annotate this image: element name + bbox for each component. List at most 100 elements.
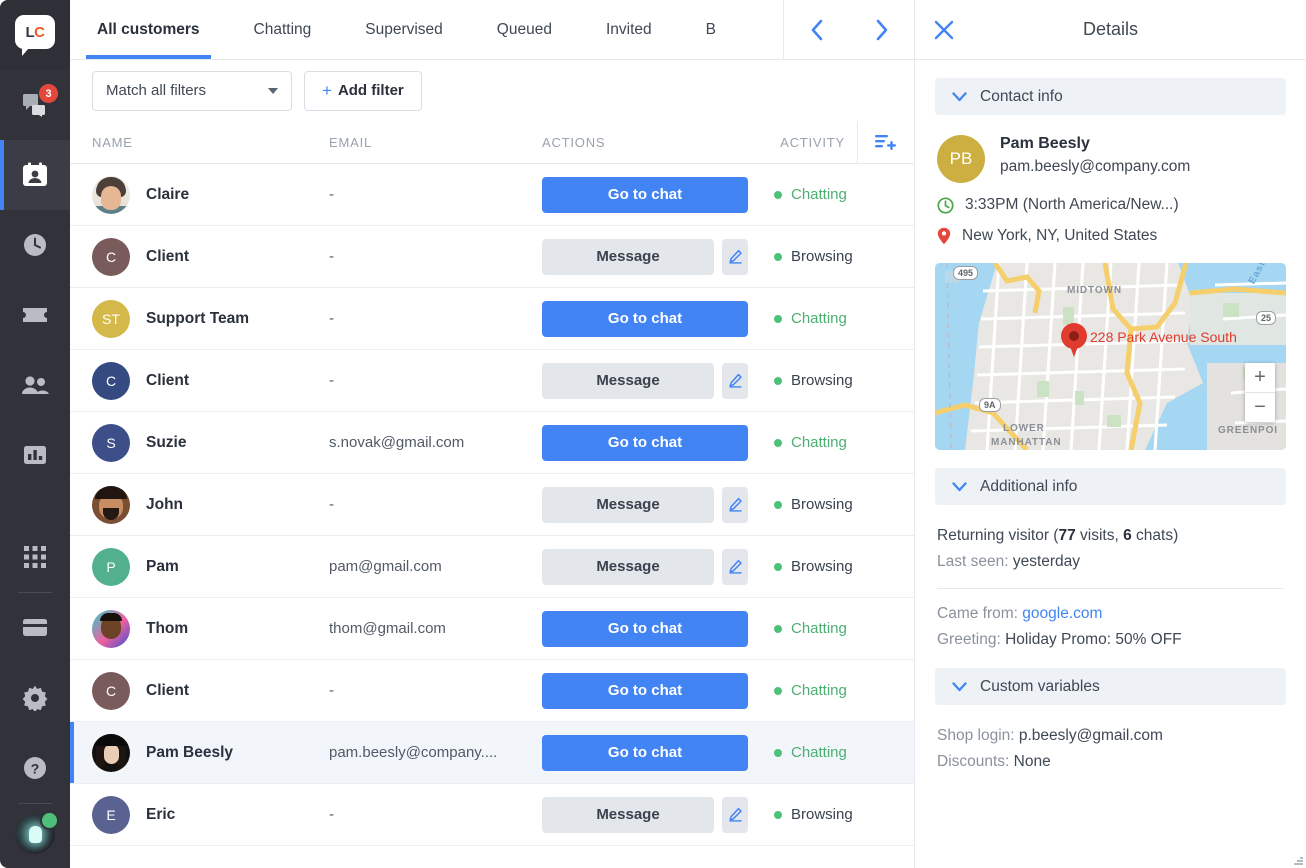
details-header: Details (915, 0, 1306, 60)
customer-email: pam.beesly@company.... (329, 744, 542, 761)
sidebar-item-archives[interactable] (0, 210, 70, 280)
section-contact-info[interactable]: Contact info (935, 78, 1286, 115)
tab-label: B (706, 21, 716, 39)
svg-text:?: ? (31, 761, 40, 777)
chevron-down-icon (952, 92, 967, 102)
pager-next-button[interactable] (865, 13, 899, 47)
tab-browsing-clipped[interactable]: B (679, 0, 716, 59)
table-row[interactable]: CClient-MessageBrowsing (70, 350, 914, 412)
edit-button[interactable] (722, 363, 748, 399)
pager-prev-button[interactable] (800, 13, 834, 47)
sidebar-item-reports[interactable] (0, 420, 70, 490)
sidebar-item-team[interactable] (0, 350, 70, 420)
sidebar-item-apps[interactable] (0, 522, 70, 592)
table-row[interactable]: STSupport Team-Go to chatChatting (70, 288, 914, 350)
message-button[interactable]: Message (542, 487, 714, 523)
greeting-line: Greeting: Holiday Promo: 50% OFF (937, 627, 1284, 653)
last-seen-label: Last seen: (937, 553, 1013, 570)
pencil-icon (728, 497, 743, 512)
edit-button[interactable] (722, 487, 748, 523)
table-row[interactable]: CClient-Go to chatChatting (70, 660, 914, 722)
chats-count: 6 (1123, 527, 1132, 544)
cell-name: Claire (92, 176, 329, 214)
tab-supervised[interactable]: Supervised (338, 0, 470, 59)
activity-label: Browsing (791, 496, 853, 513)
message-button[interactable]: Message (542, 363, 714, 399)
customer-name: Pam Beesly (146, 744, 233, 762)
contact-name: Pam Beesly (1000, 135, 1190, 153)
table-row[interactable]: Claire-Go to chatChatting (70, 164, 914, 226)
agent-avatar[interactable] (15, 814, 55, 854)
cell-name: CClient (92, 362, 329, 400)
chevron-right-icon (874, 19, 890, 41)
customer-name: Claire (146, 186, 189, 204)
came-from-link[interactable]: google.com (1022, 605, 1102, 622)
sidebar-item-settings[interactable] (0, 663, 70, 733)
sidebar-item-chats[interactable]: 3 (0, 70, 70, 140)
tab-queued[interactable]: Queued (470, 0, 579, 59)
greeting-label: Greeting: (937, 631, 1005, 648)
message-button[interactable]: Message (542, 797, 714, 833)
table-row[interactable]: EEric-MessageBrowsing (70, 784, 914, 846)
customer-name: Client (146, 682, 189, 700)
go-to-chat-button[interactable]: Go to chat (542, 735, 748, 771)
tab-chatting[interactable]: Chatting (227, 0, 339, 59)
custom-variables-block: Shop login: p.beesly@gmail.com Discounts… (915, 705, 1306, 774)
location-pin-icon (937, 227, 951, 245)
table-row[interactable]: CClient-MessageBrowsing (70, 226, 914, 288)
customer-avatar-photo (92, 486, 130, 524)
section-custom-variables[interactable]: Custom variables (935, 668, 1286, 705)
edit-button[interactable] (722, 239, 748, 275)
activity-status-dot (774, 563, 782, 571)
match-filters-select[interactable]: Match all filters (92, 71, 292, 111)
map-zoom-out-button[interactable]: − (1245, 393, 1275, 422)
brand-logo[interactable]: LC (0, 0, 70, 70)
table-row[interactable]: Thomthom@gmail.comGo to chatChatting (70, 598, 914, 660)
last-seen-line: Last seen: yesterday (937, 549, 1284, 575)
add-filter-button[interactable]: + Add filter (304, 71, 422, 111)
customer-avatar-initials: C (92, 238, 130, 276)
section-additional-label: Additional info (980, 478, 1077, 496)
cell-name: Pam Beesly (92, 734, 329, 772)
go-to-chat-button[interactable]: Go to chat (542, 177, 748, 213)
contact-info-block: PB Pam Beesly pam.beesly@company.com 3:3… (915, 115, 1306, 245)
discounts-line: Discounts: None (937, 749, 1284, 775)
edit-button[interactable] (722, 797, 748, 833)
cell-name: EEric (92, 796, 329, 834)
column-header-email: EMAIL (329, 135, 542, 150)
edit-button[interactable] (722, 549, 748, 585)
cell-activity: Chatting (756, 682, 914, 699)
sidebar-item-billing[interactable] (0, 593, 70, 663)
card-icon (22, 618, 48, 638)
tab-invited[interactable]: Invited (579, 0, 679, 59)
go-to-chat-button[interactable]: Go to chat (542, 301, 748, 337)
table-row[interactable]: Pam Beesly pam.beesly@company....Go to ch… (70, 722, 914, 784)
activity-status-dot (774, 501, 782, 509)
additional-info-block: Returning visitor (77 visits, 6 chats) L… (915, 505, 1306, 574)
tab-all-customers[interactable]: All customers (70, 0, 227, 59)
go-to-chat-button[interactable]: Go to chat (542, 673, 748, 709)
cell-actions: Go to chat (542, 673, 756, 709)
table-row[interactable]: SSuzies.novak@gmail.comGo to chatChattin… (70, 412, 914, 474)
message-button[interactable]: Message (542, 549, 714, 585)
sidebar-item-help[interactable]: ? (0, 733, 70, 803)
section-additional-info[interactable]: Additional info (935, 468, 1286, 505)
sidebar-item-customers[interactable] (0, 140, 70, 210)
go-to-chat-button[interactable]: Go to chat (542, 425, 748, 461)
message-button[interactable]: Message (542, 239, 714, 275)
column-header-name: NAME (92, 135, 329, 150)
add-column-button[interactable] (857, 121, 914, 163)
activity-status-dot (774, 439, 782, 447)
table-row[interactable]: John-MessageBrowsing (70, 474, 914, 536)
go-to-chat-button[interactable]: Go to chat (542, 611, 748, 647)
came-from-line: Came from: google.com (937, 601, 1284, 627)
resize-grip[interactable] (1293, 855, 1303, 865)
map-zoom-in-button[interactable]: + (1245, 363, 1275, 393)
sidebar-item-tickets[interactable] (0, 280, 70, 350)
details-close-button[interactable] (915, 19, 973, 41)
map-label-greenpoint: GREENPOI (1218, 425, 1278, 436)
table-row[interactable]: PPampam@gmail.comMessageBrowsing (70, 536, 914, 598)
logo-letter-l: L (25, 24, 34, 41)
activity-status-dot (774, 191, 782, 199)
location-map[interactable]: 495 25 9A MIDTOWN LOWER MANHATTAN GREENP… (935, 263, 1286, 450)
